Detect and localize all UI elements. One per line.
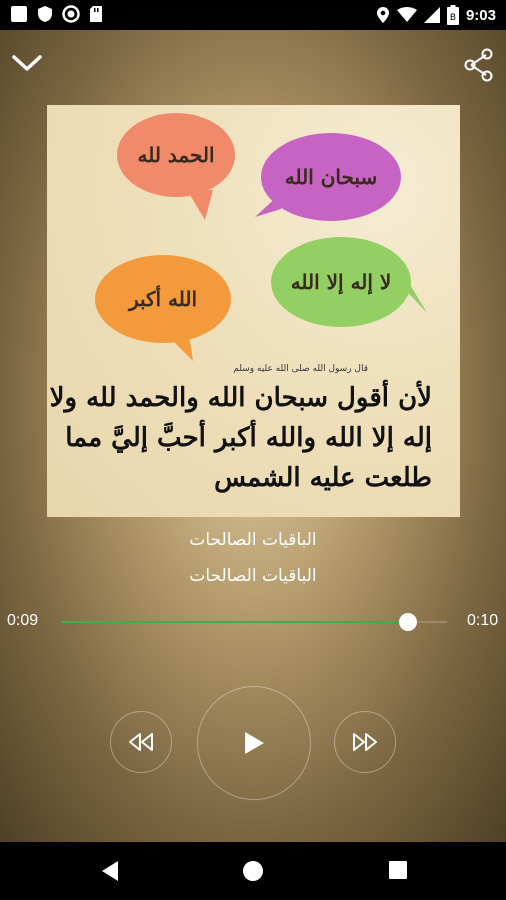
recents-icon — [389, 861, 407, 879]
chevron-down-icon — [12, 55, 42, 71]
fast-forward-button[interactable] — [334, 711, 396, 773]
total-time: 0:10 — [467, 612, 499, 629]
bubble-tail — [167, 335, 193, 361]
back-button[interactable] — [100, 860, 120, 886]
seek-bar-progress — [61, 621, 409, 623]
bubble-alhamdulillah: الحمد لله — [117, 113, 235, 197]
back-icon — [102, 861, 118, 881]
home-icon — [243, 861, 263, 881]
shield-icon — [38, 6, 52, 22]
status-bar: B 9:03 — [0, 0, 506, 30]
battery-icon: B — [446, 5, 459, 25]
rewind-icon — [129, 733, 153, 751]
album-artwork: الحمد لله سبحان الله الله أكبر لا إله إل… — [47, 105, 460, 517]
fast-forward-icon — [353, 733, 377, 751]
play-icon — [245, 732, 264, 754]
bubble-allahuakbar: الله أكبر — [95, 255, 231, 343]
share-button[interactable] — [462, 48, 496, 86]
track-title: الباقيات الصالحات — [189, 530, 317, 550]
wifi-icon — [396, 7, 417, 22]
bubble-tail — [255, 193, 281, 217]
home-button[interactable] — [242, 860, 264, 886]
sd-card-icon — [90, 6, 102, 22]
recents-button[interactable] — [388, 860, 408, 884]
signal-icon — [423, 7, 440, 23]
bubble-subhanallah: سبحان الله — [261, 133, 401, 221]
status-left-icons — [10, 5, 103, 23]
bubble-allahuakbar-text: الله أكبر — [128, 287, 198, 311]
hadith-line-1: لأن أقول سبحان الله والحمد لله ولا — [49, 383, 432, 413]
elapsed-time: 0:09 — [7, 612, 39, 629]
status-right-icons: B 9:03 — [376, 5, 496, 25]
seek-bar[interactable] — [61, 613, 447, 631]
bubble-alhamdulillah-text: الحمد لله — [137, 143, 215, 167]
rewind-button[interactable] — [110, 711, 172, 773]
svg-text:B: B — [450, 13, 456, 23]
player-screen: الحمد لله سبحان الله الله أكبر لا إله إل… — [0, 30, 506, 842]
play-button[interactable] — [197, 686, 311, 800]
attribution-text: قال رسول الله صلى الله عليه وسلم — [233, 364, 368, 374]
record-icon — [62, 5, 80, 23]
bubble-tail — [187, 190, 213, 220]
location-icon — [376, 7, 389, 23]
notification-icon — [11, 6, 27, 22]
share-icon — [464, 48, 493, 82]
navigation-bar — [0, 842, 506, 900]
bubble-lailaha: لا إله إلا الله — [271, 237, 411, 327]
bubble-subhanallah-text: سبحان الله — [284, 165, 378, 189]
bubble-tail — [399, 283, 427, 313]
bubble-lailaha-text: لا إله إلا الله — [290, 270, 392, 294]
collapse-button[interactable] — [10, 50, 44, 80]
status-time: 9:03 — [465, 6, 496, 24]
seek-bar-thumb[interactable] — [399, 613, 418, 631]
hadith-line-2: إله إلا الله والله أكبر أحبَّ إليَّ مما — [65, 423, 432, 453]
track-subtitle: الباقيات الصالحات — [189, 566, 317, 586]
hadith-line-3: طلعت عليه الشمس — [214, 463, 432, 493]
